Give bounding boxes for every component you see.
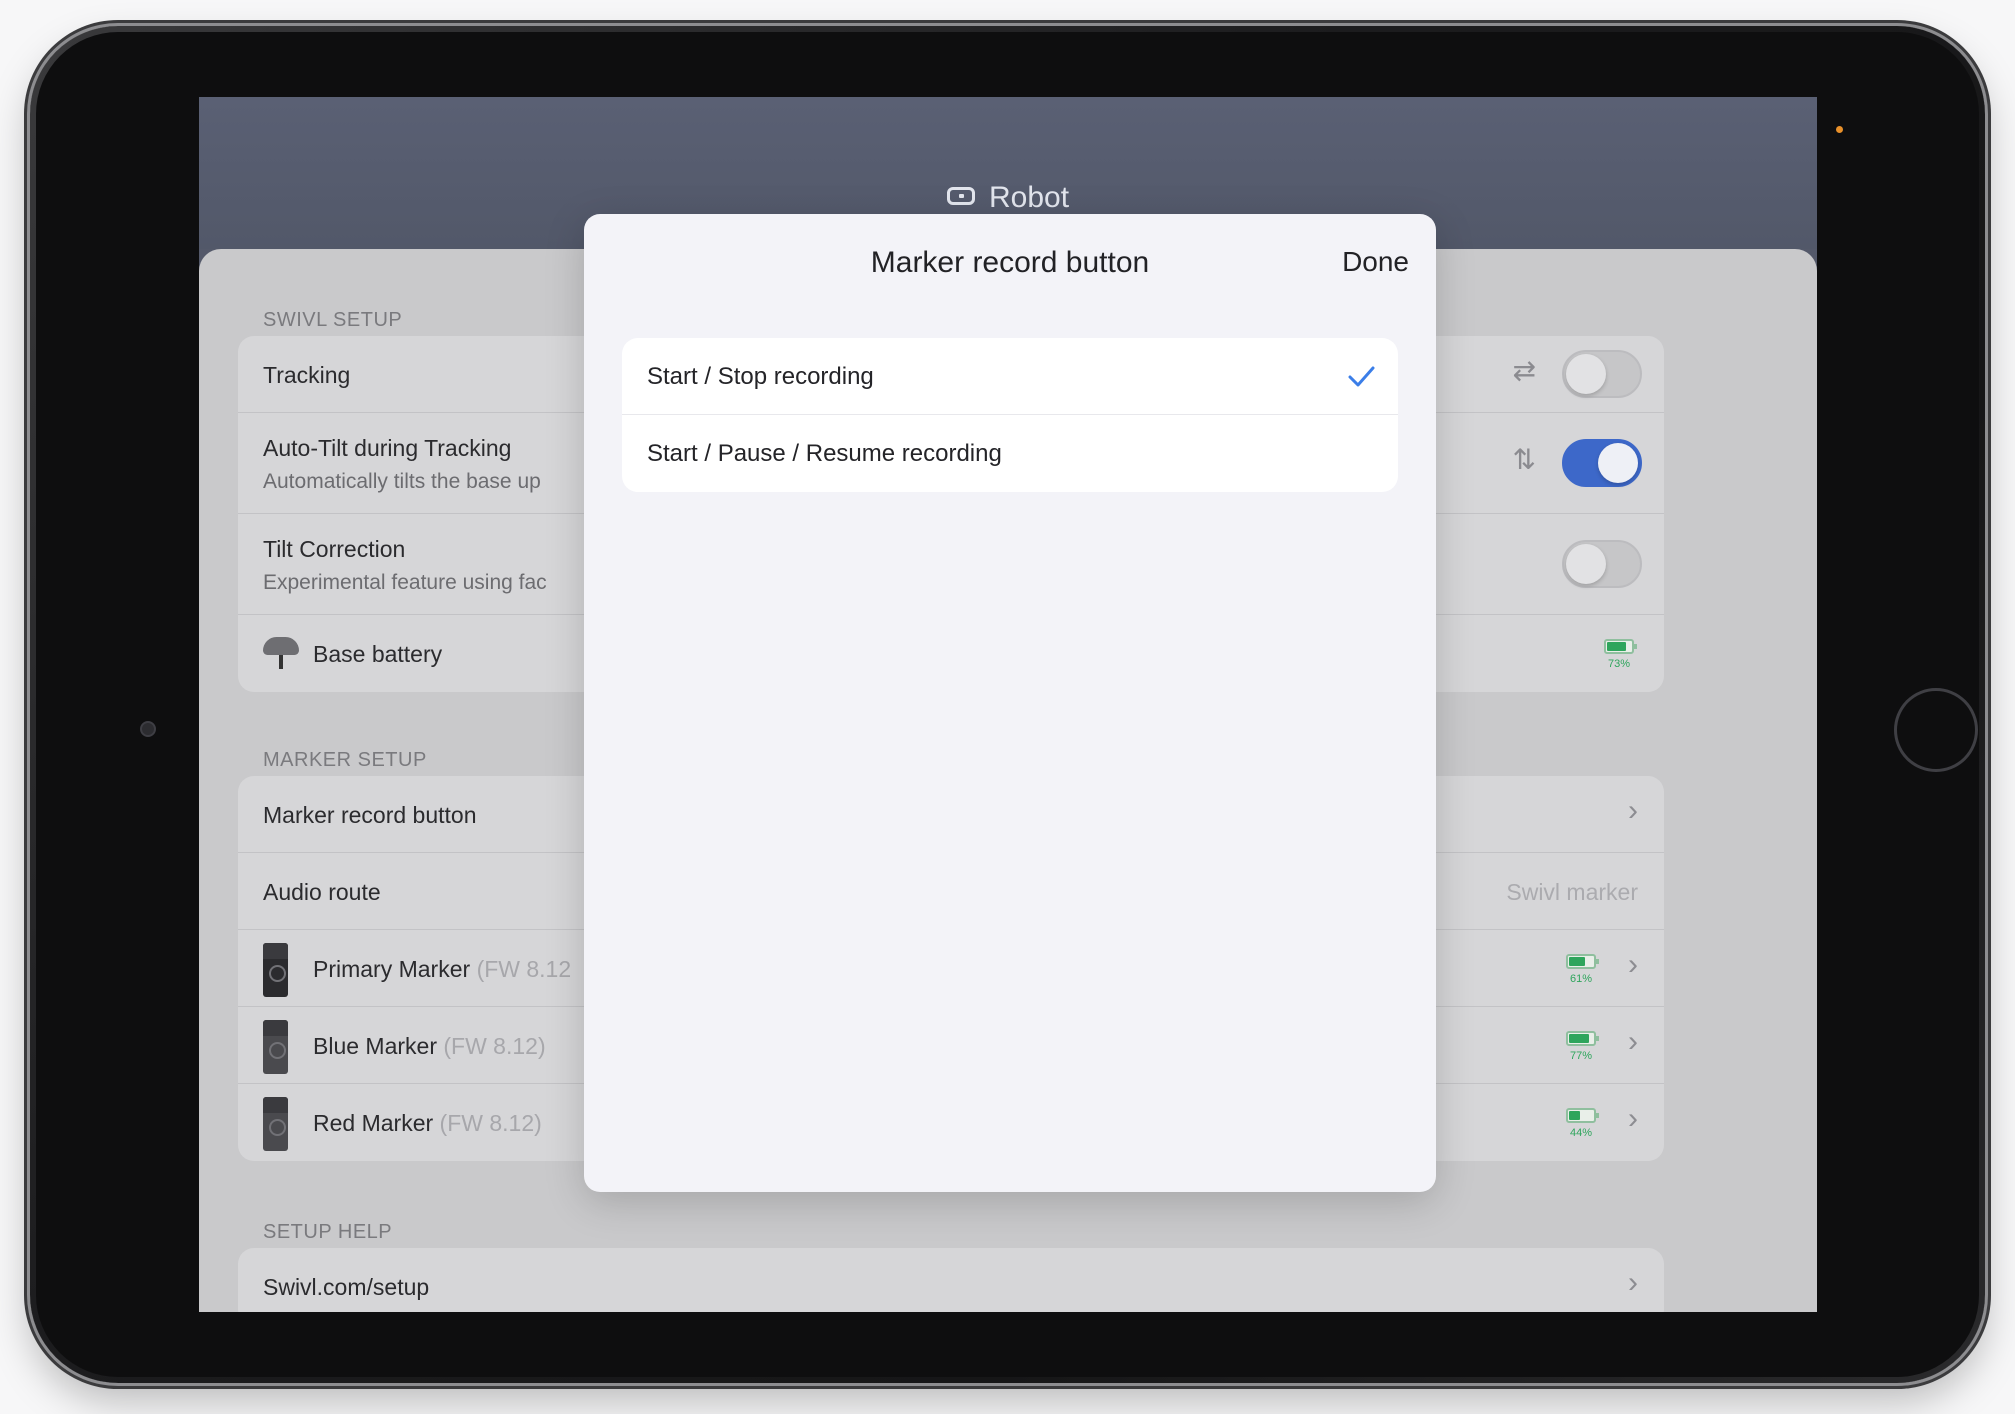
base-battery-label: Base battery bbox=[313, 641, 443, 667]
tracking-label: Tracking bbox=[263, 362, 351, 388]
firmware-version: (FW 8.12) bbox=[443, 1033, 546, 1059]
battery-fill bbox=[1569, 1111, 1580, 1120]
options-list: Start / Stop recording Start / Pause / R… bbox=[622, 338, 1398, 492]
battery-percent: 44% bbox=[1569, 1127, 1593, 1139]
base-icon bbox=[263, 637, 299, 669]
option-start-stop[interactable]: Start / Stop recording bbox=[622, 338, 1398, 415]
screen: Robot SWIVL SETUP Tracking ⇄ Auto-Tilt d… bbox=[199, 97, 1817, 1312]
marker-record-button-modal: Marker record button Done Start / Stop r… bbox=[584, 214, 1436, 1192]
modal-title: Marker record button bbox=[870, 246, 1150, 279]
battery-percent: 77% bbox=[1569, 1050, 1593, 1062]
toggle-knob bbox=[1598, 443, 1638, 483]
section-header-swivl-setup: SWIVL SETUP bbox=[263, 309, 403, 331]
auto-tilt-sublabel: Automatically tilts the base up bbox=[263, 470, 541, 493]
audio-route-label: Audio route bbox=[263, 879, 381, 905]
page-title: Robot bbox=[199, 181, 1817, 215]
marker-device-icon bbox=[263, 1020, 288, 1074]
option-label: Start / Pause / Resume recording bbox=[647, 440, 1002, 467]
battery-icon: 77% bbox=[1566, 1031, 1599, 1062]
home-button[interactable] bbox=[1894, 688, 1978, 772]
battery-percent: 61% bbox=[1569, 973, 1593, 985]
marker-name-label: Primary Marker (FW 8.12 bbox=[313, 956, 571, 983]
toggle-knob bbox=[1566, 544, 1606, 584]
auto-tilt-label: Auto-Tilt during Tracking bbox=[263, 435, 512, 461]
setup-help-card: Swivl.com/setup › bbox=[238, 1248, 1664, 1312]
chevron-right-icon: › bbox=[1628, 1102, 1638, 1135]
firmware-version: (FW 8.12) bbox=[439, 1110, 542, 1136]
tilt-correction-label: Tilt Correction bbox=[263, 536, 406, 562]
marker-record-button-label: Marker record button bbox=[263, 802, 477, 828]
chevron-right-icon: › bbox=[1628, 948, 1638, 981]
section-header-marker-setup: MARKER SETUP bbox=[263, 749, 427, 771]
marker-device-icon bbox=[263, 1097, 288, 1151]
toggle-knob bbox=[1566, 354, 1606, 394]
chevron-right-icon: › bbox=[1628, 1025, 1638, 1058]
battery-percent: 73% bbox=[1607, 658, 1631, 670]
robot-icon bbox=[946, 187, 975, 206]
marker-name: Red Marker bbox=[313, 1110, 434, 1136]
audio-route-value: Swivl marker bbox=[1506, 879, 1638, 905]
battery-icon: 73% bbox=[1604, 639, 1637, 670]
marker-name-label: Blue Marker (FW 8.12) bbox=[313, 1033, 546, 1060]
marker-name: Primary Marker bbox=[313, 956, 471, 982]
marker-name: Blue Marker bbox=[313, 1033, 437, 1059]
checkmark-icon bbox=[1348, 366, 1375, 387]
chevron-right-icon: › bbox=[1628, 1266, 1638, 1299]
battery-fill bbox=[1569, 1034, 1589, 1043]
marker-device-icon bbox=[263, 943, 288, 997]
tilt-correction-sublabel: Experimental feature using fac bbox=[263, 571, 547, 594]
tilt-correction-toggle[interactable] bbox=[1562, 540, 1642, 588]
marker-name-label: Red Marker (FW 8.12) bbox=[313, 1110, 542, 1137]
page-title-text: Robot bbox=[988, 181, 1070, 214]
battery-fill bbox=[1569, 957, 1585, 966]
battery-fill bbox=[1607, 642, 1626, 651]
battery-icon: 44% bbox=[1566, 1108, 1599, 1139]
chevron-right-icon: › bbox=[1628, 794, 1638, 827]
auto-tilt-toggle[interactable] bbox=[1562, 439, 1642, 487]
done-button[interactable]: Done bbox=[1342, 246, 1409, 278]
setup-help-link[interactable]: Swivl.com/setup bbox=[263, 1274, 429, 1301]
option-start-pause-resume[interactable]: Start / Pause / Resume recording bbox=[622, 415, 1398, 492]
front-camera bbox=[140, 721, 156, 737]
option-label: Start / Stop recording bbox=[647, 363, 874, 390]
up-down-arrows-icon: ⇅ bbox=[1512, 444, 1536, 475]
setup-help-link-row[interactable]: Swivl.com/setup › bbox=[238, 1248, 1664, 1312]
swap-arrows-icon: ⇄ bbox=[1512, 355, 1536, 386]
tracking-toggle[interactable] bbox=[1562, 350, 1642, 398]
battery-icon: 61% bbox=[1566, 954, 1599, 985]
section-header-setup-help: SETUP HELP bbox=[263, 1221, 393, 1243]
status-indicator-dot bbox=[1836, 126, 1843, 133]
firmware-version: (FW 8.12 bbox=[476, 956, 572, 982]
